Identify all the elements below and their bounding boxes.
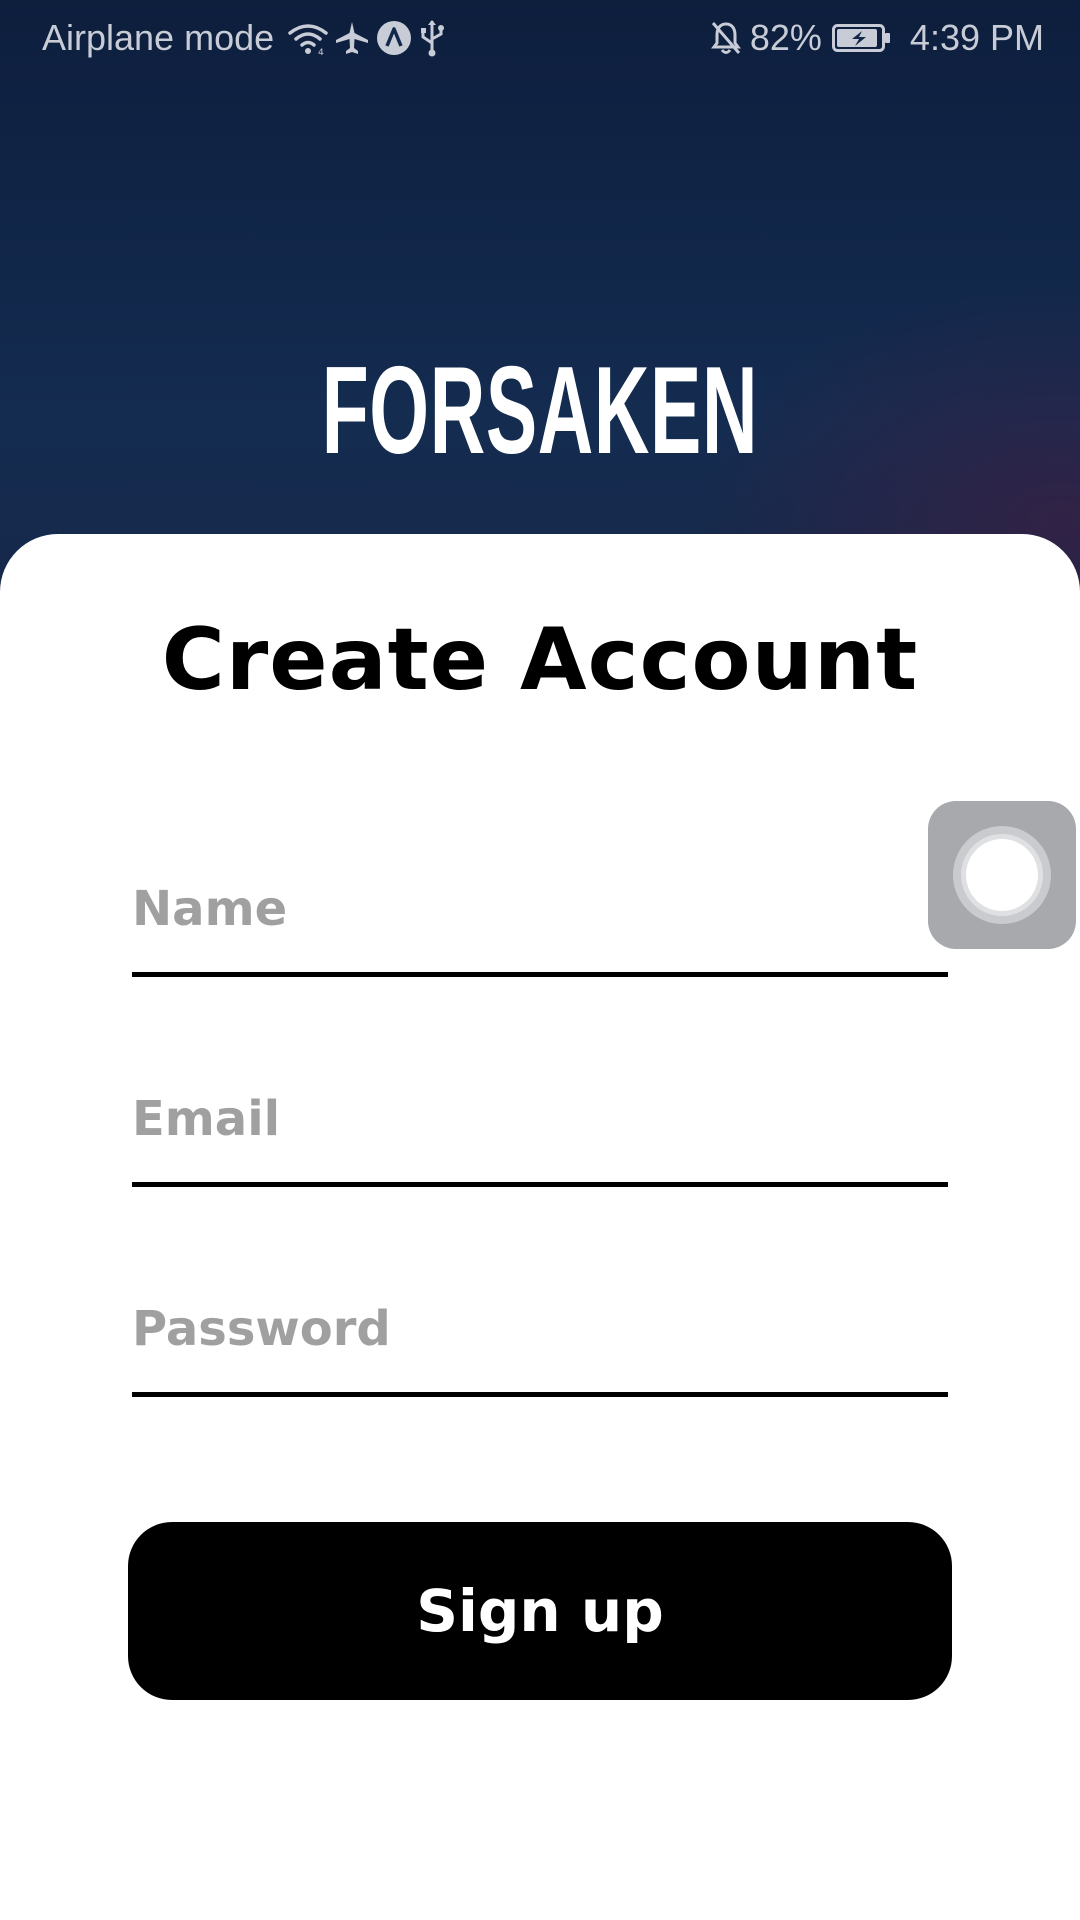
logo-text: FORSAKEN — [321, 342, 759, 480]
airplane-icon — [334, 20, 370, 56]
network-status: Airplane mode — [42, 17, 275, 58]
wifi-icon: 4 — [288, 21, 328, 55]
status-left: Airplane mode 4 — [42, 16, 446, 60]
status-bar: Airplane mode 4 82% 4:39 PM — [0, 0, 1080, 76]
assistive-touch-dot — [966, 839, 1038, 911]
signup-card: Create Account Sign up — [0, 534, 1080, 1920]
page-title: Create Account — [161, 610, 919, 710]
name-field — [132, 852, 948, 977]
password-field — [132, 1272, 948, 1397]
svg-text:4: 4 — [318, 48, 324, 55]
status-right: 82% 4:39 PM — [710, 16, 1044, 60]
app-a-icon — [376, 20, 412, 56]
bell-off-icon — [710, 20, 742, 56]
app-logo: FORSAKEN — [0, 340, 1080, 482]
assistive-touch-button[interactable] — [928, 801, 1076, 949]
hero-background — [0, 0, 1080, 600]
clock: 4:39 PM — [909, 17, 1044, 58]
usb-icon — [418, 19, 446, 57]
email-field — [132, 1062, 948, 1187]
email-input[interactable] — [132, 1084, 948, 1154]
password-input[interactable] — [132, 1294, 948, 1364]
assistive-touch-icon — [953, 826, 1051, 924]
battery-percent: 82% — [749, 17, 822, 58]
name-input[interactable] — [132, 874, 948, 944]
battery-charging-icon — [831, 23, 892, 53]
sign-up-button[interactable]: Sign up — [128, 1522, 952, 1700]
